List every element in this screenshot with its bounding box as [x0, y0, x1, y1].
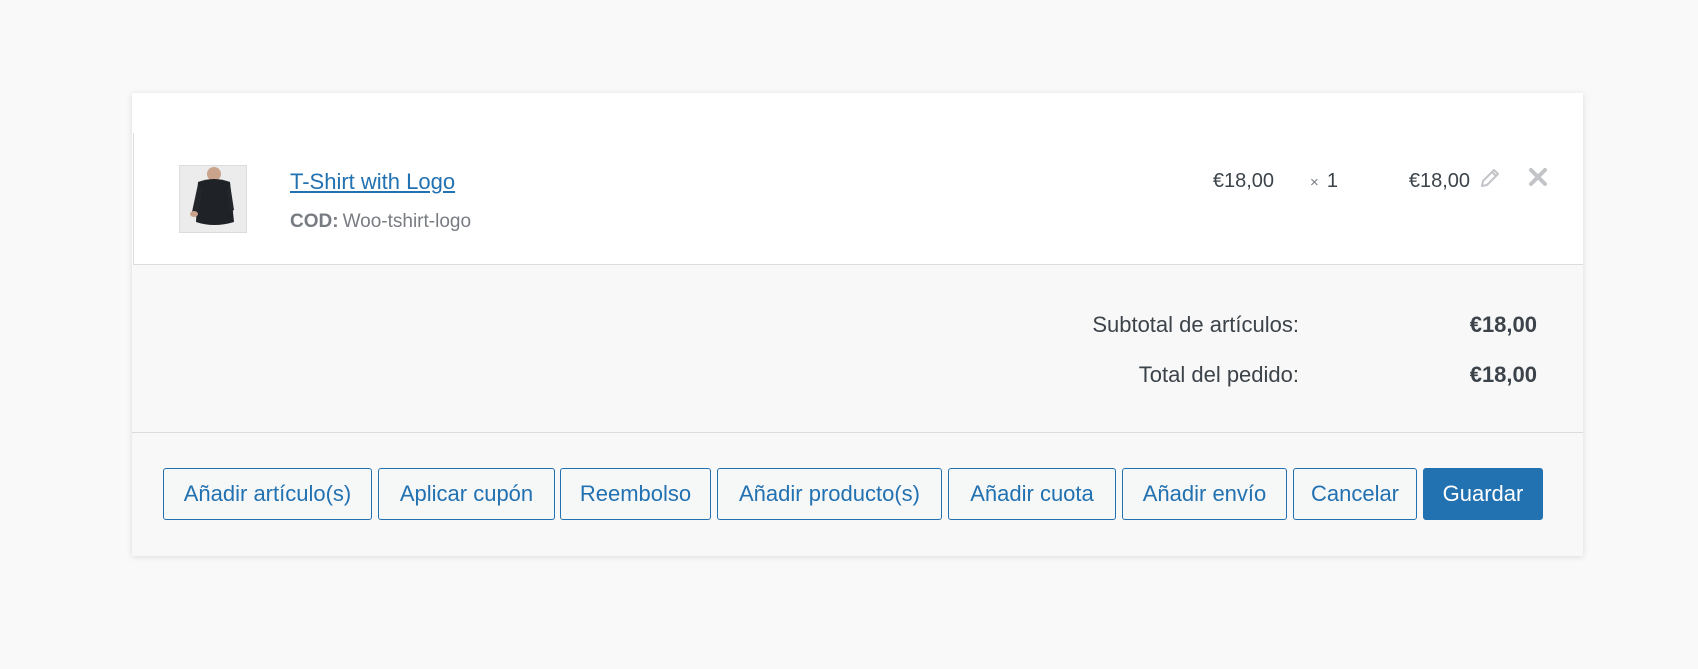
quantity-value: 1: [1326, 170, 1338, 192]
add-shipping-button[interactable]: Añadir envío: [1122, 468, 1287, 520]
add-items-button[interactable]: Añadir artículo(s): [163, 468, 372, 520]
refund-button[interactable]: Reembolso: [560, 468, 711, 520]
order-item-row: T-Shirt with Logo COD: Woo-tshirt-logo €1…: [133, 133, 1583, 265]
close-icon[interactable]: [1527, 166, 1549, 188]
item-cost: €18,00: [1212, 170, 1274, 192]
order-total-label: Total del pedido:: [1138, 362, 1299, 387]
sku-value: Woo-tshirt-logo: [342, 211, 472, 232]
cancel-button[interactable]: Cancelar: [1293, 468, 1417, 520]
add-fee-button[interactable]: Añadir cuota: [948, 468, 1116, 520]
order-items-panel: T-Shirt with Logo COD: Woo-tshirt-logo €1…: [132, 93, 1583, 556]
apply-coupon-button[interactable]: Aplicar cupón: [378, 468, 555, 520]
product-sku: COD: Woo-tshirt-logo: [290, 211, 471, 233]
sku-label: COD:: [290, 211, 339, 232]
subtotal-row: Subtotal de artículos: €18,00: [132, 312, 1583, 342]
quantity-times-symbol: ×: [1310, 174, 1319, 191]
save-button[interactable]: Guardar: [1423, 468, 1543, 520]
product-thumbnail: [179, 165, 247, 233]
item-quantity: × 1: [1279, 170, 1369, 193]
order-totals: Subtotal de artículos: €18,00 Total del …: [132, 265, 1583, 433]
order-total-value: €18,00: [1469, 362, 1537, 387]
item-line-total: €18,00: [1408, 170, 1470, 192]
subtotal-label: Subtotal de artículos:: [1092, 312, 1299, 337]
product-name-link[interactable]: T-Shirt with Logo: [290, 169, 455, 195]
order-actions-bar: Añadir artículo(s) Aplicar cupón Reembol…: [132, 433, 1583, 556]
order-items-list: T-Shirt with Logo COD: Woo-tshirt-logo €1…: [132, 93, 1583, 265]
add-products-button[interactable]: Añadir producto(s): [717, 468, 942, 520]
pencil-icon[interactable]: [1478, 166, 1502, 190]
order-total-row: Total del pedido: €18,00: [132, 362, 1583, 392]
subtotal-value: €18,00: [1469, 312, 1537, 337]
